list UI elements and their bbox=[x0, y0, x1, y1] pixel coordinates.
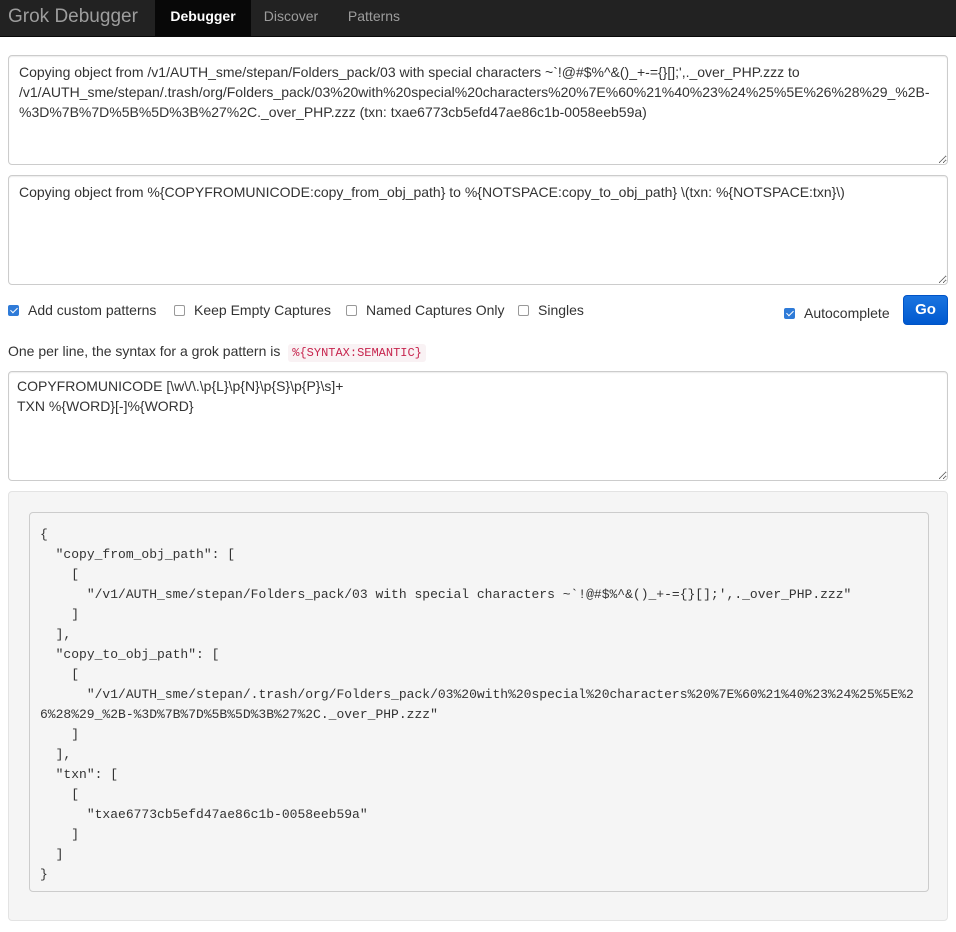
nav-tab-patterns[interactable]: Patterns bbox=[331, 0, 417, 36]
singles-label: Singles bbox=[538, 302, 584, 318]
custom-patterns-input[interactable]: COPYFROMUNICODE [\w\/\.\p{L}\p{N}\p{S}\p… bbox=[8, 371, 948, 481]
brand-title[interactable]: Grok Debugger bbox=[8, 0, 138, 36]
add-custom-patterns-label: Add custom patterns bbox=[28, 302, 157, 318]
named-captures-only-checkbox[interactable] bbox=[346, 304, 357, 316]
singles-option[interactable]: Singles bbox=[518, 300, 584, 320]
named-captures-only-label: Named Captures Only bbox=[366, 302, 505, 318]
named-captures-only-option[interactable]: Named Captures Only bbox=[346, 300, 505, 320]
keep-empty-captures-checkbox[interactable] bbox=[174, 304, 185, 316]
autocomplete-label: Autocomplete bbox=[804, 305, 890, 321]
navbar: Grok Debugger Debugger Discover Patterns bbox=[0, 0, 956, 37]
autocomplete-option[interactable]: Autocomplete bbox=[784, 303, 890, 323]
custom-patterns-hint: One per line, the syntax for a grok patt… bbox=[8, 340, 426, 362]
add-custom-patterns-checkbox[interactable] bbox=[8, 304, 19, 316]
add-custom-patterns-option[interactable]: Add custom patterns bbox=[8, 300, 156, 320]
nav-tab-discover[interactable]: Discover bbox=[251, 0, 331, 36]
result-output: { "copy_from_obj_path": [ [ "/v1/AUTH_sm… bbox=[29, 512, 929, 892]
keep-empty-captures-label: Keep Empty Captures bbox=[194, 302, 331, 318]
keep-empty-captures-option[interactable]: Keep Empty Captures bbox=[174, 300, 331, 320]
sample-input[interactable]: Copying object from /v1/AUTH_sme/stepan/… bbox=[8, 55, 948, 165]
pattern-input[interactable]: Copying object from %{COPYFROMUNICODE:co… bbox=[8, 175, 948, 285]
go-button[interactable]: Go bbox=[903, 295, 948, 325]
singles-checkbox[interactable] bbox=[518, 304, 529, 316]
autocomplete-checkbox[interactable] bbox=[784, 307, 795, 319]
hint-text: One per line, the syntax for a grok patt… bbox=[8, 343, 281, 359]
syntax-code: %{SYNTAX:SEMANTIC} bbox=[288, 344, 426, 362]
result-panel: { "copy_from_obj_path": [ [ "/v1/AUTH_sm… bbox=[8, 491, 948, 921]
nav-tab-debugger[interactable]: Debugger bbox=[155, 0, 251, 36]
